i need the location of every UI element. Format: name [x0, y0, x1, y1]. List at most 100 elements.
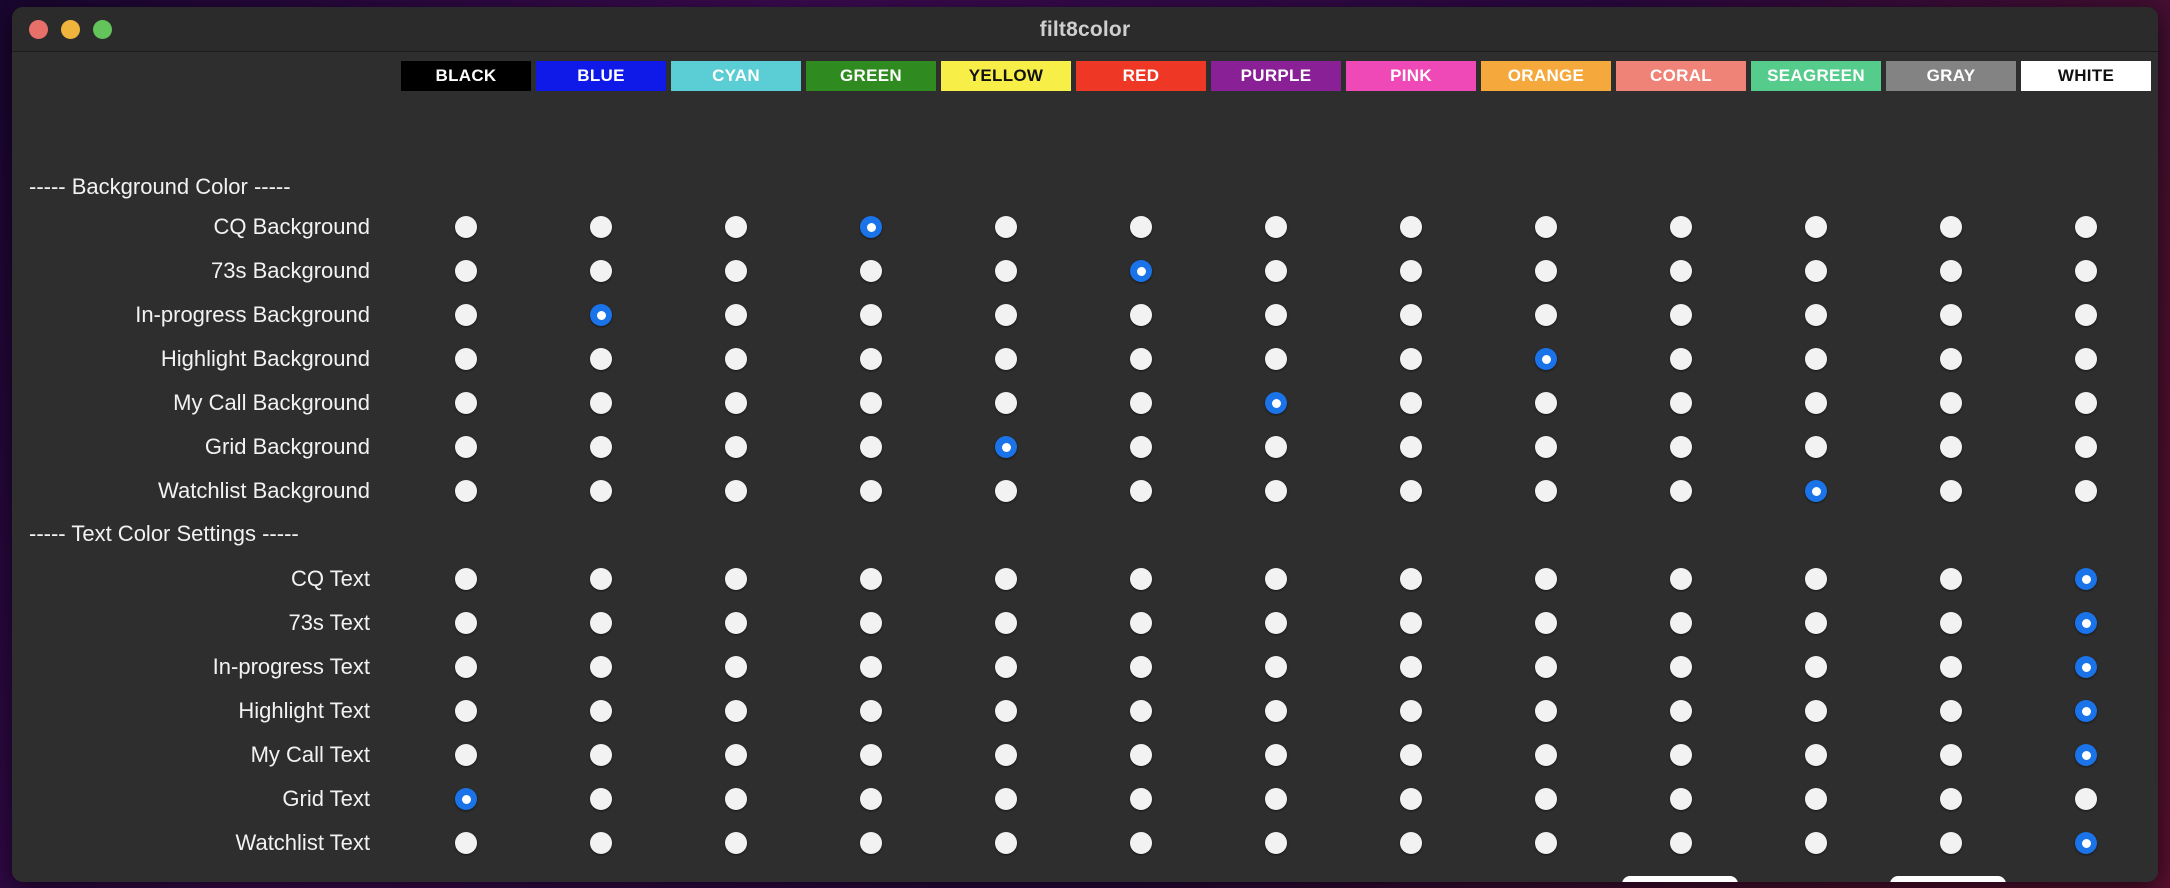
radio-73s-text-gray[interactable] [1940, 612, 1962, 634]
radio-cq-text-green[interactable] [860, 568, 882, 590]
radio-cq-background-gray[interactable] [1940, 216, 1962, 238]
radio-watchlist-background-seagreen[interactable] [1805, 480, 1827, 502]
radio-cq-text-cyan[interactable] [725, 568, 747, 590]
radio-in-progress-background-purple[interactable] [1265, 304, 1287, 326]
color-header-seagreen[interactable]: SEAGREEN [1751, 61, 1881, 91]
radio-73s-background-seagreen[interactable] [1805, 260, 1827, 282]
radio-grid-background-orange[interactable] [1535, 436, 1557, 458]
radio-highlight-background-pink[interactable] [1400, 348, 1422, 370]
radio-73s-text-cyan[interactable] [725, 612, 747, 634]
radio-grid-background-blue[interactable] [590, 436, 612, 458]
radio-in-progress-text-white[interactable] [2075, 656, 2097, 678]
radio-grid-text-coral[interactable] [1670, 788, 1692, 810]
radio-my-call-background-green[interactable] [860, 392, 882, 414]
radio-grid-background-seagreen[interactable] [1805, 436, 1827, 458]
radio-cq-background-cyan[interactable] [725, 216, 747, 238]
radio-grid-text-purple[interactable] [1265, 788, 1287, 810]
radio-my-call-text-green[interactable] [860, 744, 882, 766]
radio-my-call-background-yellow[interactable] [995, 392, 1017, 414]
radio-cq-text-yellow[interactable] [995, 568, 1017, 590]
radio-73s-background-cyan[interactable] [725, 260, 747, 282]
radio-highlight-background-black[interactable] [455, 348, 477, 370]
radio-cq-text-blue[interactable] [590, 568, 612, 590]
radio-grid-background-yellow[interactable] [995, 436, 1017, 458]
radio-73s-text-green[interactable] [860, 612, 882, 634]
radio-grid-background-green[interactable] [860, 436, 882, 458]
radio-my-call-background-purple[interactable] [1265, 392, 1287, 414]
save-button[interactable]: Save [1622, 876, 1738, 882]
radio-highlight-background-seagreen[interactable] [1805, 348, 1827, 370]
color-header-orange[interactable]: ORANGE [1481, 61, 1611, 91]
radio-my-call-background-gray[interactable] [1940, 392, 1962, 414]
radio-watchlist-text-coral[interactable] [1670, 832, 1692, 854]
radio-highlight-background-orange[interactable] [1535, 348, 1557, 370]
radio-in-progress-background-blue[interactable] [590, 304, 612, 326]
radio-in-progress-background-seagreen[interactable] [1805, 304, 1827, 326]
radio-my-call-text-red[interactable] [1130, 744, 1152, 766]
radio-watchlist-text-gray[interactable] [1940, 832, 1962, 854]
radio-highlight-text-purple[interactable] [1265, 700, 1287, 722]
radio-highlight-background-blue[interactable] [590, 348, 612, 370]
radio-my-call-text-black[interactable] [455, 744, 477, 766]
radio-watchlist-text-blue[interactable] [590, 832, 612, 854]
radio-my-call-background-orange[interactable] [1535, 392, 1557, 414]
radio-watchlist-background-black[interactable] [455, 480, 477, 502]
radio-73s-text-purple[interactable] [1265, 612, 1287, 634]
radio-in-progress-background-black[interactable] [455, 304, 477, 326]
radio-watchlist-text-green[interactable] [860, 832, 882, 854]
color-header-purple[interactable]: PURPLE [1211, 61, 1341, 91]
radio-watchlist-text-seagreen[interactable] [1805, 832, 1827, 854]
radio-grid-text-black[interactable] [455, 788, 477, 810]
radio-my-call-background-red[interactable] [1130, 392, 1152, 414]
radio-cq-background-blue[interactable] [590, 216, 612, 238]
radio-cq-text-red[interactable] [1130, 568, 1152, 590]
radio-73s-text-blue[interactable] [590, 612, 612, 634]
radio-highlight-text-orange[interactable] [1535, 700, 1557, 722]
radio-cq-background-white[interactable] [2075, 216, 2097, 238]
radio-in-progress-text-gray[interactable] [1940, 656, 1962, 678]
radio-watchlist-background-cyan[interactable] [725, 480, 747, 502]
radio-watchlist-text-orange[interactable] [1535, 832, 1557, 854]
radio-highlight-background-yellow[interactable] [995, 348, 1017, 370]
radio-cq-text-orange[interactable] [1535, 568, 1557, 590]
radio-highlight-background-coral[interactable] [1670, 348, 1692, 370]
radio-highlight-text-cyan[interactable] [725, 700, 747, 722]
radio-watchlist-background-red[interactable] [1130, 480, 1152, 502]
radio-cq-background-orange[interactable] [1535, 216, 1557, 238]
radio-grid-background-gray[interactable] [1940, 436, 1962, 458]
radio-highlight-text-gray[interactable] [1940, 700, 1962, 722]
color-header-green[interactable]: GREEN [806, 61, 936, 91]
radio-73s-text-pink[interactable] [1400, 612, 1422, 634]
radio-my-call-background-blue[interactable] [590, 392, 612, 414]
radio-73s-background-white[interactable] [2075, 260, 2097, 282]
radio-my-call-text-white[interactable] [2075, 744, 2097, 766]
radio-my-call-text-blue[interactable] [590, 744, 612, 766]
radio-cq-text-purple[interactable] [1265, 568, 1287, 590]
radio-cq-background-coral[interactable] [1670, 216, 1692, 238]
radio-grid-background-black[interactable] [455, 436, 477, 458]
radio-in-progress-text-seagreen[interactable] [1805, 656, 1827, 678]
radio-highlight-text-black[interactable] [455, 700, 477, 722]
radio-highlight-background-purple[interactable] [1265, 348, 1287, 370]
radio-in-progress-background-yellow[interactable] [995, 304, 1017, 326]
radio-grid-text-green[interactable] [860, 788, 882, 810]
color-header-cyan[interactable]: CYAN [671, 61, 801, 91]
color-header-red[interactable]: RED [1076, 61, 1206, 91]
radio-my-call-background-coral[interactable] [1670, 392, 1692, 414]
radio-highlight-background-red[interactable] [1130, 348, 1152, 370]
radio-my-call-background-white[interactable] [2075, 392, 2097, 414]
radio-my-call-text-purple[interactable] [1265, 744, 1287, 766]
radio-watchlist-text-white[interactable] [2075, 832, 2097, 854]
radio-my-call-text-orange[interactable] [1535, 744, 1557, 766]
radio-grid-background-white[interactable] [2075, 436, 2097, 458]
color-header-black[interactable]: BLACK [401, 61, 531, 91]
color-header-gray[interactable]: GRAY [1886, 61, 2016, 91]
radio-73s-background-pink[interactable] [1400, 260, 1422, 282]
radio-my-call-background-black[interactable] [455, 392, 477, 414]
radio-cq-background-pink[interactable] [1400, 216, 1422, 238]
radio-in-progress-text-yellow[interactable] [995, 656, 1017, 678]
radio-73s-text-black[interactable] [455, 612, 477, 634]
radio-highlight-text-seagreen[interactable] [1805, 700, 1827, 722]
radio-in-progress-background-pink[interactable] [1400, 304, 1422, 326]
radio-grid-text-seagreen[interactable] [1805, 788, 1827, 810]
